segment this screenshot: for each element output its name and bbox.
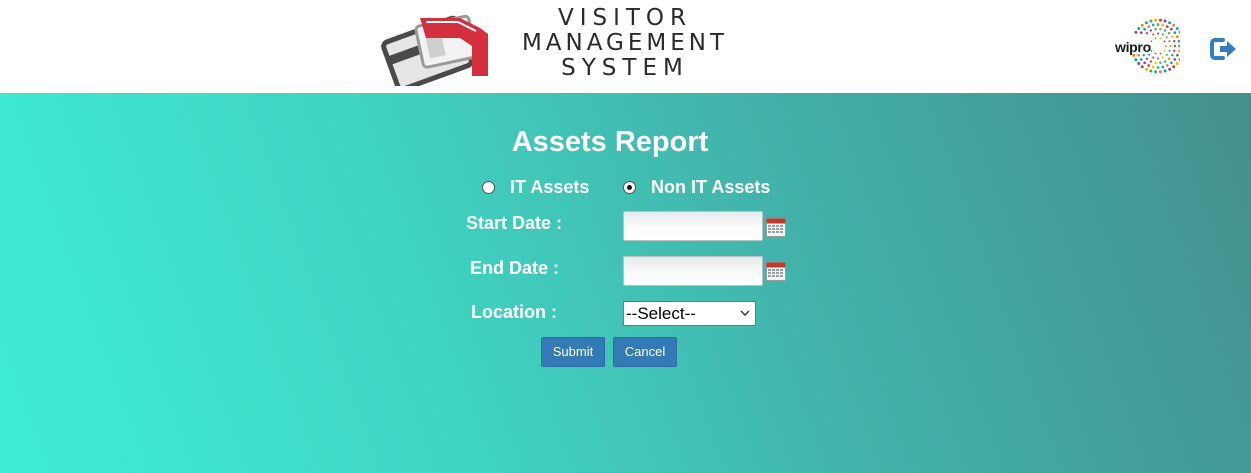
radio-non-it-assets-control[interactable] <box>623 181 636 194</box>
sign-out-icon <box>1210 38 1236 60</box>
location-select-value: --Select-- <box>626 304 696 323</box>
end-date-calendar-button[interactable] <box>766 262 786 281</box>
end-date-label: End Date : <box>470 258 560 278</box>
location-label: Location : <box>471 302 557 322</box>
logo-line-3: SYSTEM <box>561 55 689 81</box>
logo-text: VISITOR MANAGEMENT SYSTEM <box>500 6 750 81</box>
location-select[interactable]: --Select-- <box>623 301 756 326</box>
start-date-calendar-button[interactable] <box>766 218 786 237</box>
page-title: Assets Report <box>511 126 709 158</box>
calendar-icon <box>766 262 786 281</box>
visitor-management-logo: VISITOR MANAGEMENT SYSTEM <box>380 6 750 86</box>
logout-button[interactable] <box>1210 36 1238 62</box>
wipro-logo: wipro <box>1112 18 1180 74</box>
access-card-icon <box>381 14 488 86</box>
radio-it-assets-control[interactable] <box>482 181 495 194</box>
radio-non-it-assets-label: Non IT Assets <box>651 177 771 197</box>
logo-line-2: MANAGEMENT <box>521 30 729 56</box>
chevron-down-icon <box>740 310 750 316</box>
start-date-label: Start Date : <box>466 213 563 233</box>
report-panel: Assets Report IT Assets Non IT Assets St… <box>0 93 1251 473</box>
start-date-input[interactable] <box>623 211 763 241</box>
brand-name: wipro <box>1115 39 1151 55</box>
radio-it-assets-label: IT Assets <box>510 177 590 197</box>
submit-button[interactable]: Submit <box>541 337 605 367</box>
cancel-button[interactable]: Cancel <box>613 337 677 367</box>
app-header: VISITOR MANAGEMENT SYSTEM wipro <box>0 0 1251 93</box>
logo-line-1: VISITOR <box>557 5 693 31</box>
calendar-icon <box>766 218 786 237</box>
end-date-input[interactable] <box>623 256 763 286</box>
